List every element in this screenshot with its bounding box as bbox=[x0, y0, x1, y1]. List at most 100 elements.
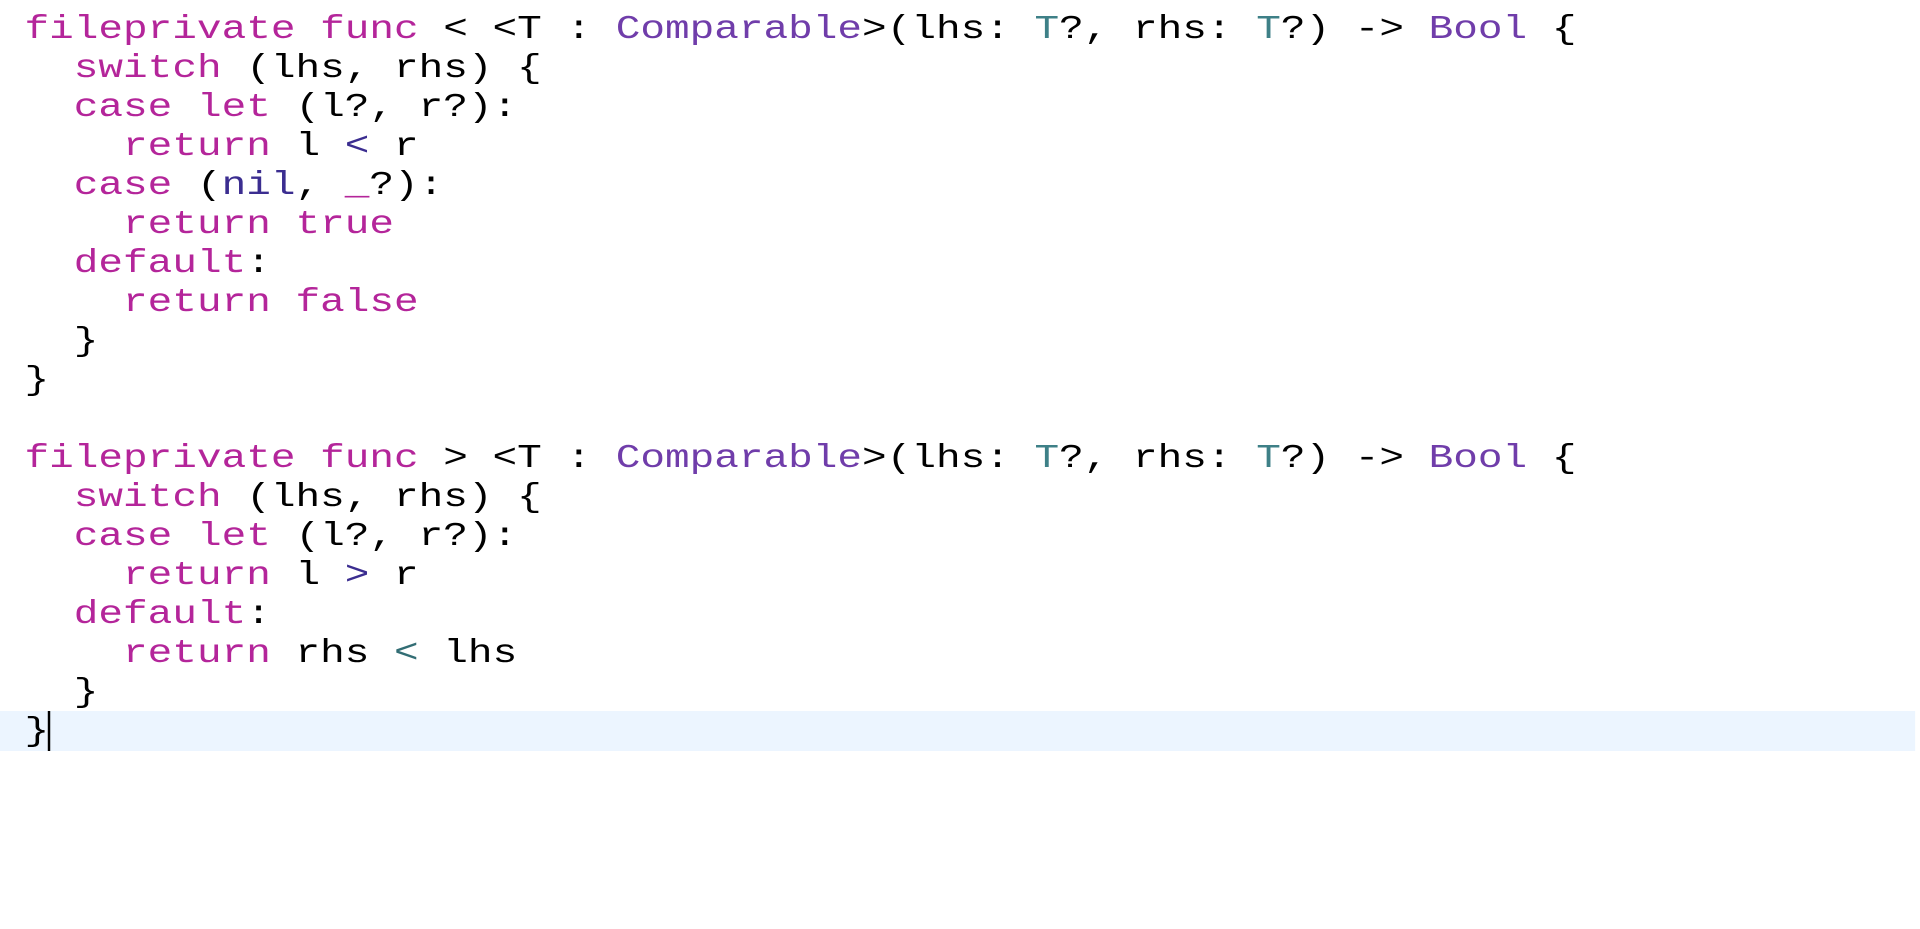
code-editor[interactable]: fileprivate func < <T : Comparable>(lhs:… bbox=[0, 0, 1920, 929]
code-text-area[interactable]: fileprivate func < <T : Comparable>(lhs:… bbox=[0, 0, 1920, 929]
token-text: r bbox=[369, 128, 419, 166]
token-kw: return bbox=[123, 206, 271, 244]
code-line[interactable]: return true bbox=[0, 206, 1915, 245]
token-type: Bool bbox=[1428, 440, 1528, 478]
token-text: ?) -> bbox=[1280, 11, 1429, 49]
token-text: : bbox=[246, 596, 271, 634]
token-text: l bbox=[270, 557, 345, 595]
token-text: , bbox=[295, 167, 345, 205]
code-line[interactable]: } bbox=[0, 323, 1915, 362]
token-kw: case bbox=[73, 518, 173, 556]
code-line[interactable]: fileprivate func < <T : Comparable>(lhs:… bbox=[0, 11, 1915, 50]
code-line[interactable]: case (nil, _?): bbox=[0, 167, 1915, 206]
token-kw: case bbox=[73, 89, 173, 127]
code-line[interactable]: } bbox=[0, 674, 1915, 713]
token-text: } bbox=[24, 323, 99, 361]
code-line[interactable]: return false bbox=[0, 284, 1915, 323]
token-text: ( bbox=[172, 167, 222, 205]
token-text: } bbox=[24, 712, 50, 751]
token-text: (l?, r?): bbox=[270, 89, 518, 127]
code-line[interactable]: switch (lhs, rhs) { bbox=[0, 50, 1915, 89]
token-tp: T bbox=[1256, 440, 1281, 478]
token-kw: _ bbox=[344, 167, 370, 205]
token-text: rhs bbox=[270, 635, 395, 673]
token-kw: func bbox=[320, 440, 419, 478]
token-kw: default bbox=[73, 596, 247, 634]
token-text: ?) -> bbox=[1280, 440, 1429, 478]
token-text: >(lhs: bbox=[862, 440, 1035, 478]
token-kw: return bbox=[123, 635, 271, 673]
token-kw: return bbox=[123, 284, 271, 322]
token-text: >(lhs: bbox=[862, 11, 1035, 49]
code-line[interactable]: return l < r bbox=[0, 128, 1915, 167]
token-op: < bbox=[344, 128, 370, 166]
token-lit: true bbox=[295, 206, 395, 244]
token-tp: T bbox=[1034, 11, 1060, 49]
token-kw: default bbox=[73, 245, 247, 283]
token-text: l bbox=[270, 128, 345, 166]
token-nil: nil bbox=[221, 167, 296, 205]
token-type: Bool bbox=[1428, 11, 1528, 49]
code-line[interactable] bbox=[0, 401, 1915, 440]
token-kw: switch bbox=[73, 479, 222, 517]
token-kw: func bbox=[320, 11, 419, 49]
code-line[interactable]: case let (l?, r?): bbox=[0, 518, 1915, 557]
token-kw: switch bbox=[73, 50, 222, 88]
text-cursor bbox=[47, 711, 51, 751]
token-text: lhs bbox=[418, 635, 518, 673]
token-type: Comparable bbox=[615, 11, 863, 49]
token-kw: case bbox=[73, 167, 173, 205]
token-text: > <T : bbox=[418, 440, 616, 478]
token-tp: T bbox=[1034, 440, 1060, 478]
token-text: : bbox=[246, 245, 271, 283]
token-kw: fileprivate bbox=[24, 11, 296, 49]
token-text: } bbox=[24, 362, 50, 400]
token-kw: return bbox=[123, 128, 271, 166]
token-text: { bbox=[1527, 440, 1577, 478]
code-line[interactable]: return l > r bbox=[0, 557, 1915, 596]
code-line[interactable]: return rhs < lhs bbox=[0, 635, 1915, 674]
token-text: (lhs, rhs) { bbox=[221, 479, 542, 517]
token-kw: let bbox=[196, 518, 271, 556]
token-text: (l?, r?): bbox=[270, 518, 518, 556]
token-text: (lhs, rhs) { bbox=[221, 50, 542, 88]
token-lit: false bbox=[295, 284, 419, 322]
token-text: { bbox=[1527, 11, 1577, 49]
code-line[interactable]: fileprivate func > <T : Comparable>(lhs:… bbox=[0, 440, 1915, 479]
code-line[interactable]: default: bbox=[0, 596, 1915, 635]
code-line[interactable]: switch (lhs, rhs) { bbox=[0, 479, 1915, 518]
code-line[interactable]: } bbox=[0, 362, 1915, 401]
token-op2: < bbox=[394, 635, 419, 673]
code-line[interactable]: case let (l?, r?): bbox=[0, 89, 1915, 128]
token-text: < <T : bbox=[418, 11, 616, 49]
token-op: > bbox=[344, 557, 370, 595]
token-text: r bbox=[369, 557, 419, 595]
token-type: Comparable bbox=[615, 440, 863, 478]
token-text: ?, rhs: bbox=[1059, 440, 1257, 478]
token-text: ?, rhs: bbox=[1059, 11, 1257, 49]
current-code-line[interactable]: } bbox=[0, 711, 1916, 751]
token-text: } bbox=[24, 674, 99, 712]
token-kw: return bbox=[123, 557, 271, 595]
code-line[interactable]: default: bbox=[0, 245, 1915, 284]
token-kw: fileprivate bbox=[24, 440, 296, 478]
token-text: ?): bbox=[369, 167, 444, 205]
